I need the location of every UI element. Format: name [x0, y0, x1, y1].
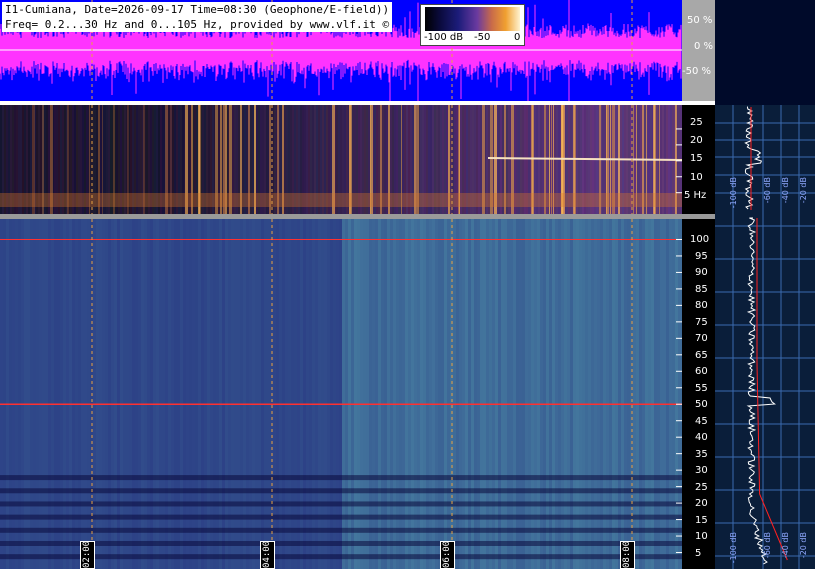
- title-line-1: I1-Cumiana, Date=2026-09-17 Time=08:30 (…: [5, 3, 390, 16]
- efield-tick-90: 90: [695, 267, 708, 279]
- efield-tick-100: 100: [690, 234, 710, 246]
- chart-title: I1-Cumiana, Date=2026-09-17 Time=08:30 (…: [2, 2, 393, 32]
- efield-tick-50: 50: [695, 399, 708, 411]
- low-frequency-band: [0, 501, 682, 507]
- geophone-spectrogram: [0, 105, 682, 214]
- title-line-2: Freq= 0.2...30 Hz and 0...105 Hz, provid…: [5, 18, 390, 31]
- time-label-0400: 04:00: [260, 541, 275, 569]
- geo-profile-tick-60: -60 dB: [763, 177, 772, 204]
- efield-tick-25: 25: [695, 481, 708, 493]
- efield-tick-85: 85: [695, 283, 708, 295]
- low-frequency-band: [0, 527, 682, 533]
- ef-profile-tick-60: -60 dB: [763, 532, 772, 559]
- efield-tick-55: 55: [695, 382, 708, 394]
- low-frequency-band: [0, 514, 682, 520]
- low-frequency-band: [0, 193, 682, 207]
- efield-tick-15: 15: [695, 514, 708, 526]
- time-label-0800: 08:00: [620, 541, 635, 569]
- low-frequency-band: [0, 540, 682, 546]
- geophone-spectrum-profile: -100 dB -60 dB -40 dB -20 dB: [715, 105, 815, 214]
- waveform-scale: 50 % 0 % -50 %: [682, 0, 715, 101]
- profile-trace: [744, 106, 763, 210]
- efield-tick-60: 60: [695, 366, 708, 378]
- colorbar-label-max: 0: [514, 32, 521, 43]
- time-label-0600: 06:00: [440, 541, 455, 569]
- waveform-tick-minus50: -50 %: [682, 66, 712, 77]
- efield-tick-65: 65: [695, 349, 708, 361]
- colorbar-gradient: [425, 7, 520, 31]
- profile-mean-trace: [756, 218, 788, 561]
- colorbar-label-mid: -50: [474, 32, 491, 43]
- geo-profile-tick-20: -20 dB: [799, 177, 808, 204]
- geo-profile-tick-100: -100 dB: [729, 177, 738, 209]
- geo-tick-25: 25: [690, 117, 703, 128]
- low-frequency-band: [0, 475, 682, 481]
- waveform-tick-0: 0 %: [694, 41, 714, 52]
- ef-profile-tick-100: -100 dB: [729, 532, 738, 564]
- efield-spectrum-profile: -100 dB -60 dB -40 dB -20 dB: [715, 214, 815, 569]
- info-area: [715, 0, 815, 105]
- efield-tick-80: 80: [695, 300, 708, 312]
- efield-tick-30: 30: [695, 465, 708, 477]
- geophone-spectrogram-plot: [0, 105, 682, 214]
- efield-tick-5: 5: [695, 547, 702, 559]
- geo-tick-20: 20: [690, 135, 703, 146]
- efield-tick-35: 35: [695, 448, 708, 460]
- ef-profile-tick-20: -20 dB: [799, 532, 808, 559]
- efield-tick-10: 10: [695, 531, 708, 543]
- geo-tick-15: 15: [690, 153, 703, 164]
- efield-tick-70: 70: [695, 333, 708, 345]
- colorbar-legend: -100 dB -50 0: [420, 4, 525, 46]
- efield-tick-45: 45: [695, 415, 708, 427]
- colorbar-label-min: -100 dB: [424, 32, 464, 43]
- ef-profile-tick-40: -40 dB: [781, 532, 790, 559]
- low-frequency-band: [0, 488, 682, 494]
- efield-spectrogram-plot: [0, 219, 682, 569]
- time-label-0200: 02:00: [80, 541, 95, 569]
- geo-profile-tick-40: -40 dB: [781, 177, 790, 204]
- efield-tick-75: 75: [695, 316, 708, 328]
- efield-tick-20: 20: [695, 498, 708, 510]
- efield-tick-40: 40: [695, 432, 708, 444]
- efield-spectrogram: [0, 219, 682, 569]
- geo-tick-10: 10: [690, 172, 703, 183]
- geo-tick-5: 5 Hz: [684, 190, 707, 201]
- waveform-tick-50: 50 %: [687, 15, 713, 26]
- low-frequency-band: [0, 554, 682, 560]
- efield-tick-95: 95: [695, 250, 708, 262]
- efield-frequency-axis: 100 95 90 85 80 75 70 65 60 55 50 45 40 35 30 25 20 15 10 5: [682, 219, 715, 569]
- efield-profile-plot: [715, 214, 815, 569]
- geophone-frequency-axis: 25 20 15 10 5 Hz: [682, 105, 715, 214]
